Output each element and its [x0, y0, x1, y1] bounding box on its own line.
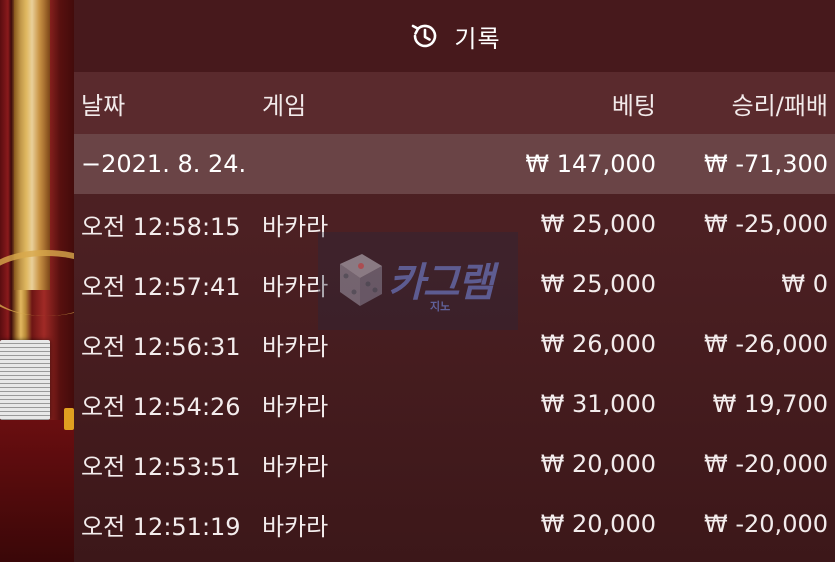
row-game: 바카라 — [262, 452, 329, 481]
row-time: 오전 12:58:15 — [81, 212, 241, 241]
row-bet: ₩ 26,000 — [540, 330, 656, 358]
row-time: 오전 12:53:51 — [81, 452, 241, 481]
row-bet: ₩ 25,000 — [540, 210, 656, 238]
column-header-date: 날짜 — [81, 91, 126, 120]
chip-stack-image — [0, 340, 50, 420]
row-time: 오전 12:57:41 — [81, 272, 241, 301]
row-win-loss: ₩ 0 — [781, 270, 828, 298]
row-time: 오전 12:54:26 — [81, 392, 241, 421]
history-header: 기록 — [74, 0, 835, 72]
summary-win-loss-total: ₩ -71,300 — [704, 150, 828, 178]
row-bet: ₩ 25,000 — [540, 270, 656, 298]
row-game: 바카라 — [262, 392, 329, 421]
history-icon — [412, 24, 437, 48]
table-felt — [0, 420, 80, 562]
gold-marker — [64, 408, 74, 430]
gold-pillar-decoration — [14, 0, 50, 290]
row-bet: ₩ 31,000 — [540, 390, 656, 418]
history-row[interactable]: 오전 12:54:26 바카라 ₩ 31,000 ₩ 19,700 — [74, 374, 835, 434]
row-game: 바카라 — [262, 332, 329, 361]
history-title-group: 기록 — [408, 19, 500, 54]
history-row[interactable]: 오전 12:56:31 바카라 ₩ 26,000 ₩ -26,000 — [74, 314, 835, 374]
history-row[interactable]: 오전 12:53:51 바카라 ₩ 20,000 ₩ -20,000 — [74, 434, 835, 494]
history-row[interactable]: 오전 12:57:41 바카라 ₩ 25,000 ₩ 0 — [74, 254, 835, 314]
casino-table-background — [0, 0, 112, 562]
row-time: 오전 12:51:19 — [81, 512, 241, 541]
row-game: 바카라 — [262, 212, 329, 241]
row-game: 바카라 — [262, 512, 329, 541]
row-bet: ₩ 20,000 — [540, 510, 656, 538]
history-title: 기록 — [454, 24, 501, 53]
row-win-loss: ₩ -20,000 — [704, 510, 828, 538]
row-bet: ₩ 20,000 — [540, 450, 656, 478]
row-win-loss: ₩ 19,700 — [712, 390, 828, 418]
history-row[interactable]: 오전 12:58:15 바카라 ₩ 25,000 ₩ -25,000 — [74, 194, 835, 254]
row-win-loss: ₩ -20,000 — [704, 450, 828, 478]
row-win-loss: ₩ -25,000 — [704, 210, 828, 238]
column-header-bet: 베팅 — [611, 91, 656, 120]
summary-date: −2021. 8. 24. — [81, 150, 247, 178]
column-header-win-loss: 승리/패배 — [731, 91, 828, 120]
summary-bet-total: ₩ 147,000 — [525, 150, 656, 178]
column-header-game: 게임 — [262, 91, 307, 120]
history-panel: 기록 날짜 게임 베팅 승리/패배 −2021. 8. 24. ₩ 147,00… — [74, 0, 835, 562]
table-header-row: 날짜 게임 베팅 승리/패배 — [74, 72, 835, 134]
history-row[interactable]: 오전 12:51:19 바카라 ₩ 20,000 ₩ -20,000 — [74, 494, 835, 554]
game-screen: 기록 날짜 게임 베팅 승리/패배 −2021. 8. 24. ₩ 147,00… — [0, 0, 835, 562]
date-summary-row[interactable]: −2021. 8. 24. ₩ 147,000 ₩ -71,300 — [74, 134, 835, 194]
row-game: 바카라 — [262, 272, 329, 301]
row-time: 오전 12:56:31 — [81, 332, 241, 361]
row-win-loss: ₩ -26,000 — [704, 330, 828, 358]
